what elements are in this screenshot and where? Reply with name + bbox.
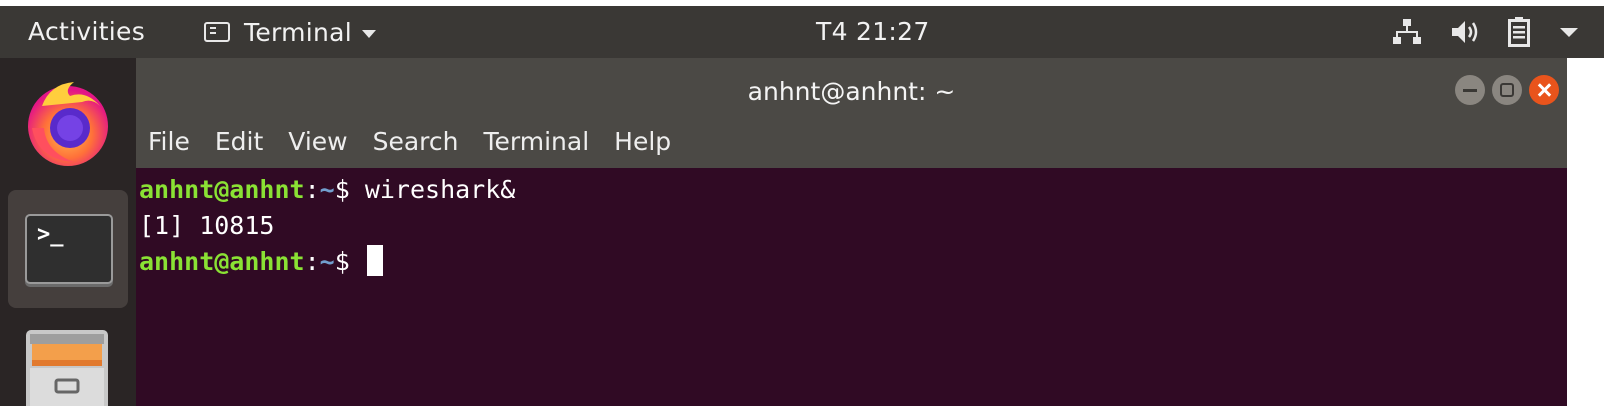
app-menu-label: Terminal xyxy=(244,17,353,47)
output-text: [1] 10815 xyxy=(139,211,275,240)
volume-icon xyxy=(1452,21,1478,43)
prompt-path: ~ xyxy=(319,247,335,276)
background-edge xyxy=(1567,58,1604,406)
prompt-user: anhnt@anhnt xyxy=(139,175,305,204)
maximize-button[interactable] xyxy=(1492,75,1522,105)
desktop-screen: Activities Terminal T4 21:27 >_ anhnt@an… xyxy=(0,6,1604,406)
network-icon xyxy=(1393,19,1421,44)
top-bar: Activities Terminal T4 21:27 xyxy=(0,6,1604,58)
terminal-line: anhnt@anhnt:~$ xyxy=(139,244,383,280)
activities-button[interactable]: Activities xyxy=(28,6,145,58)
close-button[interactable] xyxy=(1529,75,1559,105)
files-icon[interactable] xyxy=(24,328,110,406)
menu-bar: File Edit View Search Terminal Help xyxy=(148,116,696,166)
system-tray[interactable] xyxy=(1364,6,1578,58)
firefox-icon[interactable] xyxy=(22,76,114,168)
battery-icon xyxy=(1508,17,1530,47)
prompt-dollar: $ xyxy=(334,175,365,204)
menu-file[interactable]: File xyxy=(148,127,190,156)
dock-item-terminal[interactable]: >_ xyxy=(8,190,128,308)
dock: >_ xyxy=(0,58,136,406)
system-menu-chevron-icon[interactable] xyxy=(1560,27,1578,37)
window-controls xyxy=(1448,75,1559,105)
prompt-separator: : xyxy=(304,175,320,204)
command-text: wireshark& xyxy=(364,175,516,204)
terminal-output[interactable]: anhnt@anhnt:~$ wireshark& [1] 10815 anhn… xyxy=(136,168,1567,406)
terminal-icon: >_ xyxy=(25,214,113,284)
menu-edit[interactable]: Edit xyxy=(215,127,263,156)
window-title: anhnt@anhnt: ~ xyxy=(747,77,956,106)
prompt-dollar: $ xyxy=(334,247,365,276)
minimize-button[interactable] xyxy=(1455,75,1485,105)
prompt-user: anhnt@anhnt xyxy=(139,247,305,276)
terminal-line: [1] 10815 xyxy=(139,208,274,244)
clock[interactable]: T4 21:27 xyxy=(816,6,930,58)
terminal-window: anhnt@anhnt: ~ File Edit View Search Ter… xyxy=(136,58,1567,406)
text-cursor xyxy=(366,245,383,276)
prompt-path: ~ xyxy=(319,175,335,204)
window-header[interactable]: anhnt@anhnt: ~ File Edit View Search Ter… xyxy=(136,58,1567,168)
menu-search[interactable]: Search xyxy=(373,127,459,156)
menu-view[interactable]: View xyxy=(288,127,347,156)
terminal-app-icon xyxy=(204,22,230,42)
menu-help[interactable]: Help xyxy=(614,127,671,156)
chevron-down-icon xyxy=(362,29,377,38)
prompt-separator: : xyxy=(304,247,320,276)
terminal-line: anhnt@anhnt:~$ wireshark& xyxy=(139,172,515,208)
terminal-icon-prompt: >_ xyxy=(37,222,64,247)
menu-terminal[interactable]: Terminal xyxy=(483,127,589,156)
app-menu[interactable]: Terminal xyxy=(204,6,377,58)
